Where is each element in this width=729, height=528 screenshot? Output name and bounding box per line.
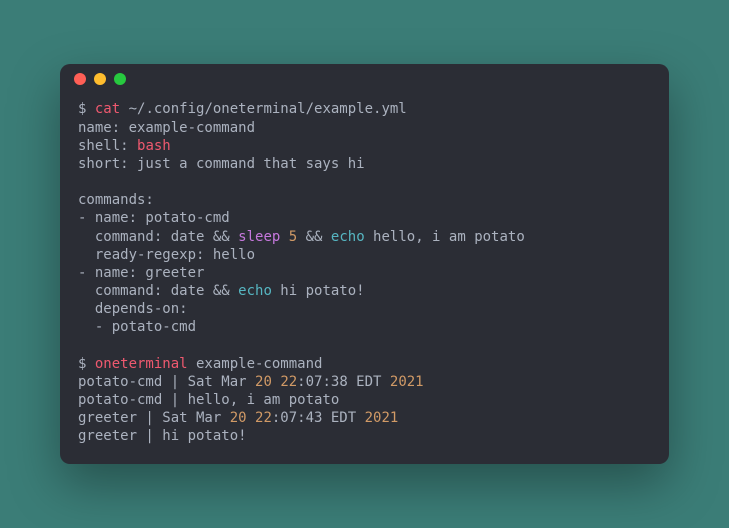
- output-line: short: just a command that says hi: [78, 155, 651, 173]
- keyword-sleep: sleep: [238, 229, 280, 245]
- blank-line: [78, 173, 651, 191]
- prompt-symbol: $: [78, 356, 95, 372]
- maximize-icon[interactable]: [114, 73, 126, 85]
- window-titlebar: [60, 64, 669, 94]
- output-line: greeter | hi potato!: [78, 427, 651, 445]
- terminal-window: $ cat ~/.config/oneterminal/example.yml …: [60, 64, 669, 463]
- output-line: greeter | Sat Mar 20 22:07:43 EDT 2021: [78, 409, 651, 427]
- command-line: $ oneterminal example-command: [78, 355, 651, 373]
- builtin-echo: echo: [331, 229, 365, 245]
- output-line: ready-regexp: hello: [78, 246, 651, 264]
- output-line: command: date && echo hi potato!: [78, 282, 651, 300]
- close-icon[interactable]: [74, 73, 86, 85]
- command-arg: ~/.config/oneterminal/example.yml: [120, 101, 407, 117]
- terminal-body[interactable]: $ cat ~/.config/oneterminal/example.yml …: [60, 94, 669, 445]
- output-line: command: date && sleep 5 && echo hello, …: [78, 228, 651, 246]
- output-line: potato-cmd | hello, i am potato: [78, 391, 651, 409]
- output-line: - name: greeter: [78, 264, 651, 282]
- minimize-icon[interactable]: [94, 73, 106, 85]
- command-cat: cat: [95, 101, 120, 117]
- output-line: commands:: [78, 191, 651, 209]
- command-line: $ cat ~/.config/oneterminal/example.yml: [78, 100, 651, 118]
- output-line: depends-on:: [78, 300, 651, 318]
- output-line: - potato-cmd: [78, 318, 651, 336]
- number-literal: 5: [289, 229, 297, 245]
- output-line: name: example-command: [78, 119, 651, 137]
- builtin-echo: echo: [238, 283, 272, 299]
- command-arg: example-command: [188, 356, 323, 372]
- output-line: - name: potato-cmd: [78, 209, 651, 227]
- output-line: shell: bash: [78, 137, 651, 155]
- prompt-symbol: $: [78, 101, 95, 117]
- blank-line: [78, 337, 651, 355]
- shell-value: bash: [137, 138, 171, 154]
- output-line: potato-cmd | Sat Mar 20 22:07:38 EDT 202…: [78, 373, 651, 391]
- command-oneterminal: oneterminal: [95, 356, 188, 372]
